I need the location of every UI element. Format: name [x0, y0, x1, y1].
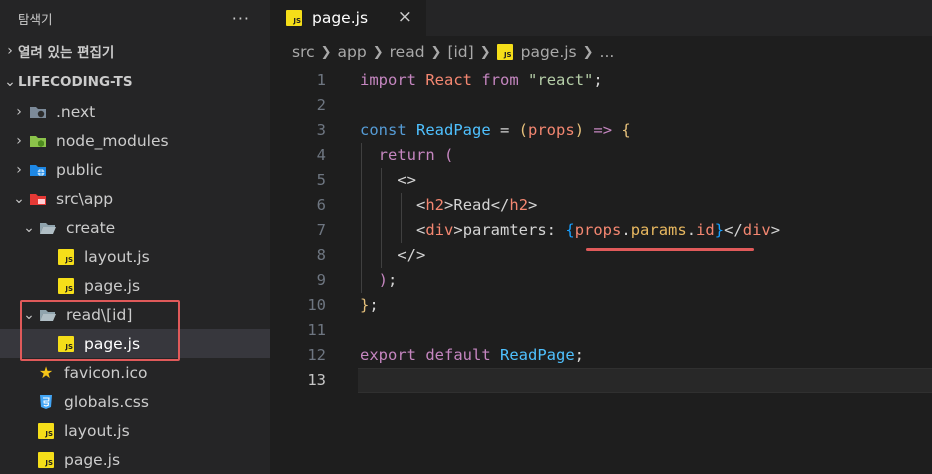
tab-page-js[interactable]: JS page.js ×	[270, 0, 426, 36]
chevron-right-icon: ❯	[582, 44, 594, 60]
js-file-icon: JS	[36, 451, 56, 469]
breadcrumb-item[interactable]: ...	[600, 43, 615, 61]
tree-item-page[interactable]: JS page.js	[0, 445, 270, 474]
chevron-down-icon: ⌄	[23, 306, 35, 323]
tree-item-create-page[interactable]: JS page.js	[0, 271, 270, 300]
tree-item-node-modules[interactable]: › node_modules	[0, 126, 270, 155]
chevron-right-icon: ›	[16, 132, 22, 149]
chevron-right-icon: ›	[16, 161, 22, 178]
js-file-icon: JS	[56, 335, 76, 353]
tree-item-label: layout.js	[64, 421, 130, 440]
chevron-right-icon: ›	[7, 43, 13, 59]
js-file-icon: JS	[36, 422, 56, 440]
tree-item-create[interactable]: ⌄ create	[0, 213, 270, 242]
file-tree: › .next › node_modules › public ⌄ src\ap…	[0, 97, 270, 474]
folder-next-icon	[28, 103, 48, 121]
breadcrumb: src ❯ app ❯ read ❯ [id] ❯ JS page.js ❯ .…	[270, 36, 932, 68]
chevron-right-icon: ❯	[430, 44, 442, 60]
tree-item-next[interactable]: › .next	[0, 97, 270, 126]
tree-item-label: node_modules	[56, 131, 169, 150]
folder-node-icon	[28, 132, 48, 150]
explorer-header: 탐색기 ···	[0, 0, 270, 36]
chevron-right-icon: ❯	[372, 44, 384, 60]
chevron-down-icon: ⌄	[23, 219, 35, 236]
code-line: import React from "react";	[360, 71, 603, 89]
close-icon[interactable]: ×	[398, 7, 412, 27]
chevron-right-icon: ❯	[320, 44, 332, 60]
tree-item-label: page.js	[84, 276, 141, 295]
js-file-icon: JS	[56, 248, 76, 266]
chevron-right-icon: ❯	[479, 44, 491, 60]
breadcrumb-item[interactable]: read	[390, 43, 425, 61]
project-label: LIFECODING-TS	[18, 73, 133, 90]
css-file-icon	[36, 393, 56, 411]
js-file-icon: JS	[286, 10, 302, 26]
tree-item-read-page[interactable]: JS page.js	[0, 329, 270, 358]
code-editor[interactable]: 1 2 3 4 5 6 7 8 9 10 11 12 13 import Rea…	[270, 68, 932, 474]
tree-item-label: .next	[56, 102, 96, 121]
line-number: 2	[316, 96, 326, 114]
tree-item-label: layout.js	[84, 247, 150, 266]
line-number: 11	[307, 321, 326, 339]
tab-label: page.js	[312, 9, 369, 27]
chevron-right-icon: ›	[16, 103, 22, 120]
folder-src-icon	[28, 190, 48, 208]
tree-item-label: src\app	[56, 189, 114, 208]
code-line: const ReadPage = (props) => {	[360, 121, 631, 139]
open-editors-label: 열려 있는 편집기	[18, 45, 115, 61]
breadcrumb-item[interactable]: src	[292, 43, 315, 61]
tree-item-favicon[interactable]: ★ favicon.ico	[0, 358, 270, 387]
explorer-sidebar: 탐색기 ··· › 열려 있는 편집기 ⌄ LIFECODING-TS › .n…	[0, 0, 270, 474]
code-line: </>	[397, 246, 426, 264]
code-line: return (	[378, 146, 454, 164]
breadcrumb-item[interactable]: app	[338, 43, 367, 61]
line-number-active: 13	[307, 371, 326, 389]
code-line: <div>paramters: {props.params.id}</div>	[416, 221, 781, 239]
ellipsis-icon[interactable]: ···	[232, 9, 250, 28]
tree-item-label: globals.css	[64, 392, 149, 411]
tree-item-globals-css[interactable]: globals.css	[0, 387, 270, 416]
explorer-title: 탐색기	[18, 11, 53, 27]
annotation-underline	[586, 248, 754, 251]
breadcrumb-item[interactable]: page.js	[521, 43, 577, 61]
code-line: export default ReadPage;	[360, 346, 585, 364]
tree-item-label: read\[id]	[66, 305, 133, 324]
code-line: );	[378, 271, 398, 289]
tree-item-read-id[interactable]: ⌄ read\[id]	[0, 300, 270, 329]
js-file-icon: JS	[496, 44, 513, 60]
tree-item-layout[interactable]: JS layout.js	[0, 416, 270, 445]
tree-item-label: public	[56, 160, 103, 179]
tree-item-label: page.js	[84, 334, 141, 353]
tree-item-label: create	[66, 218, 116, 237]
chevron-down-icon: ⌄	[13, 190, 25, 207]
tree-item-label: page.js	[64, 450, 121, 469]
code-line: <>	[397, 171, 416, 189]
chevron-down-icon: ⌄	[4, 73, 16, 90]
tree-item-label: favicon.ico	[64, 363, 148, 382]
code-line: };	[360, 296, 379, 314]
tree-item-src-app[interactable]: ⌄ src\app	[0, 184, 270, 213]
folder-public-icon	[28, 161, 48, 179]
tree-item-create-layout[interactable]: JS layout.js	[0, 242, 270, 271]
project-section[interactable]: ⌄ LIFECODING-TS	[0, 66, 270, 97]
js-file-icon: JS	[56, 277, 76, 295]
folder-open-icon	[38, 306, 58, 324]
folder-open-icon	[38, 219, 58, 237]
star-icon: ★	[38, 363, 54, 382]
tab-bar: JS page.js ×	[270, 0, 932, 36]
tree-item-public[interactable]: › public	[0, 155, 270, 184]
open-editors-section[interactable]: › 열려 있는 편집기	[0, 36, 270, 66]
breadcrumb-item[interactable]: [id]	[447, 43, 473, 61]
code-line: <h2>Read</h2>	[416, 196, 538, 214]
